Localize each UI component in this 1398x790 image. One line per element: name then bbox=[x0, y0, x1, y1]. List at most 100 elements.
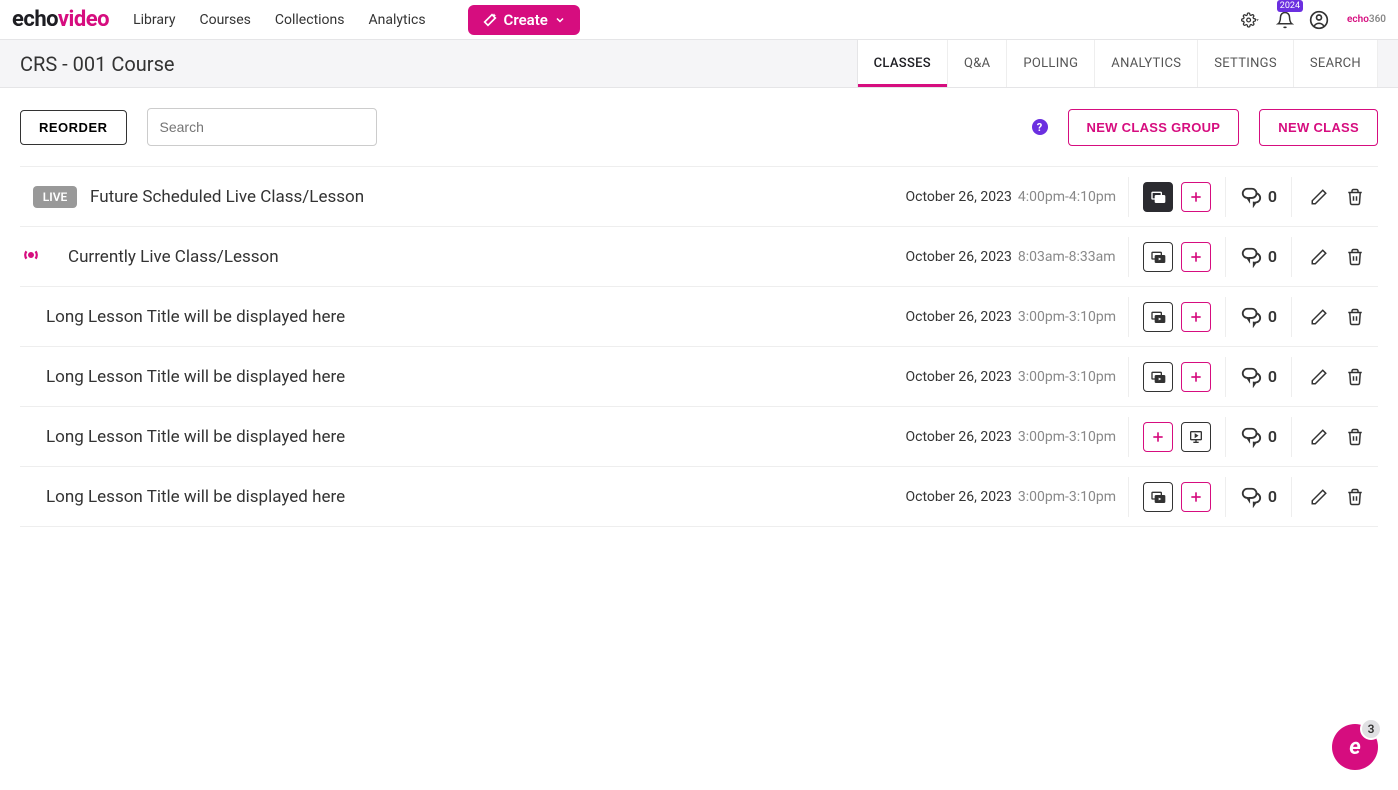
tab-qa[interactable]: Q&A bbox=[948, 40, 1007, 87]
caret-down-icon bbox=[1254, 16, 1261, 24]
class-date: October 26, 2023 bbox=[906, 249, 1018, 265]
present-button[interactable] bbox=[1181, 422, 1211, 452]
delete-button[interactable] bbox=[1346, 248, 1364, 266]
bell-icon bbox=[1276, 11, 1294, 29]
media-button[interactable] bbox=[1143, 362, 1173, 392]
comments-button[interactable]: 0 bbox=[1225, 297, 1291, 337]
action-group bbox=[1128, 417, 1225, 457]
add-content-button[interactable] bbox=[1143, 422, 1173, 452]
comment-count: 0 bbox=[1268, 247, 1277, 266]
course-header: CRS - 001 Course CLASSES Q&A POLLING ANA… bbox=[0, 40, 1398, 88]
class-row[interactable]: Long Lesson Title will be displayed here… bbox=[20, 347, 1378, 407]
edit-button[interactable] bbox=[1310, 308, 1328, 326]
class-title: Long Lesson Title will be displayed here bbox=[20, 307, 906, 327]
help-button[interactable]: ? bbox=[1032, 119, 1048, 135]
search-input[interactable] bbox=[147, 108, 377, 146]
account-button[interactable] bbox=[1309, 10, 1329, 30]
tab-analytics[interactable]: ANALYTICS bbox=[1095, 40, 1198, 87]
broadcast-icon bbox=[20, 244, 42, 270]
class-row[interactable]: Long Lesson Title will be displayed here… bbox=[20, 407, 1378, 467]
edit-group bbox=[1291, 297, 1378, 337]
course-title: CRS - 001 Course bbox=[20, 52, 175, 76]
edit-group bbox=[1291, 237, 1378, 277]
comment-count: 0 bbox=[1268, 487, 1277, 506]
add-content-button[interactable] bbox=[1181, 182, 1211, 212]
edit-button[interactable] bbox=[1310, 428, 1328, 446]
notifications-button[interactable]: 2024 bbox=[1275, 10, 1295, 30]
live-badge: LIVE bbox=[33, 186, 78, 208]
delete-button[interactable] bbox=[1346, 188, 1364, 206]
help-widget[interactable]: e 3 bbox=[1332, 724, 1378, 770]
media-button[interactable] bbox=[1143, 242, 1173, 272]
class-row[interactable]: Currently Live Class/LessonOctober 26, 2… bbox=[20, 227, 1378, 287]
class-date: October 26, 2023 bbox=[906, 309, 1018, 325]
new-class-group-button[interactable]: NEW CLASS GROUP bbox=[1068, 109, 1240, 146]
class-title: Future Scheduled Live Class/Lesson bbox=[90, 187, 906, 207]
comments-button[interactable]: 0 bbox=[1225, 237, 1291, 277]
comment-count: 0 bbox=[1268, 307, 1277, 326]
help-widget-count: 3 bbox=[1360, 718, 1382, 740]
edit-group bbox=[1291, 177, 1378, 217]
class-time: 4:00pm-4:10pm bbox=[1018, 189, 1128, 205]
add-content-button[interactable] bbox=[1181, 482, 1211, 512]
add-content-button[interactable] bbox=[1181, 362, 1211, 392]
nav-collections[interactable]: Collections bbox=[275, 12, 345, 28]
class-time: 3:00pm-3:10pm bbox=[1018, 489, 1128, 505]
edit-button[interactable] bbox=[1310, 188, 1328, 206]
delete-button[interactable] bbox=[1346, 368, 1364, 386]
comments-button[interactable]: 0 bbox=[1225, 477, 1291, 517]
class-row[interactable]: Long Lesson Title will be displayed here… bbox=[20, 287, 1378, 347]
reorder-button[interactable]: REORDER bbox=[20, 110, 127, 145]
class-date: October 26, 2023 bbox=[906, 489, 1018, 505]
class-time: 3:00pm-3:10pm bbox=[1018, 309, 1128, 325]
top-navbar: echovideo Library Courses Collections An… bbox=[0, 0, 1398, 40]
nav-courses[interactable]: Courses bbox=[199, 12, 250, 28]
delete-button[interactable] bbox=[1346, 428, 1364, 446]
comments-button[interactable]: 0 bbox=[1225, 357, 1291, 397]
action-group bbox=[1128, 357, 1225, 397]
edit-button[interactable] bbox=[1310, 248, 1328, 266]
class-time: 3:00pm-3:10pm bbox=[1018, 429, 1128, 445]
add-content-button[interactable] bbox=[1181, 242, 1211, 272]
nav-links: Library Courses Collections Analytics Cr… bbox=[133, 5, 580, 35]
create-button[interactable]: Create bbox=[468, 5, 580, 35]
edit-group bbox=[1291, 477, 1378, 517]
class-title: Long Lesson Title will be displayed here bbox=[20, 427, 906, 447]
wand-icon bbox=[482, 12, 498, 28]
new-class-button[interactable]: NEW CLASS bbox=[1259, 109, 1378, 146]
media-button[interactable] bbox=[1143, 302, 1173, 332]
tab-search[interactable]: SEARCH bbox=[1294, 40, 1378, 87]
brand-part2: video bbox=[58, 7, 109, 32]
nav-analytics[interactable]: Analytics bbox=[369, 12, 426, 28]
comment-count: 0 bbox=[1268, 427, 1277, 446]
settings-menu[interactable] bbox=[1241, 10, 1261, 30]
action-group bbox=[1128, 237, 1225, 277]
tab-polling[interactable]: POLLING bbox=[1007, 40, 1095, 87]
edit-button[interactable] bbox=[1310, 368, 1328, 386]
classes-toolbar: REORDER ? NEW CLASS GROUP NEW CLASS bbox=[0, 88, 1398, 166]
tab-classes[interactable]: CLASSES bbox=[858, 40, 948, 87]
class-date: October 26, 2023 bbox=[906, 369, 1018, 385]
brand-logo[interactable]: echovideo bbox=[12, 7, 109, 32]
class-time: 3:00pm-3:10pm bbox=[1018, 369, 1128, 385]
action-group bbox=[1128, 477, 1225, 517]
nav-library[interactable]: Library bbox=[133, 12, 175, 28]
notification-badge: 2024 bbox=[1277, 0, 1303, 12]
edit-button[interactable] bbox=[1310, 488, 1328, 506]
brand-part1: echo bbox=[12, 7, 58, 32]
comments-button[interactable]: 0 bbox=[1225, 417, 1291, 457]
echo360-logo: echo360 bbox=[1347, 14, 1386, 25]
class-row[interactable]: Long Lesson Title will be displayed here… bbox=[20, 467, 1378, 527]
add-content-button[interactable] bbox=[1181, 302, 1211, 332]
tab-settings[interactable]: SETTINGS bbox=[1198, 40, 1294, 87]
media-button[interactable] bbox=[1143, 182, 1173, 212]
create-label: Create bbox=[504, 11, 548, 29]
chevron-down-icon bbox=[554, 14, 566, 26]
action-group bbox=[1128, 177, 1225, 217]
comments-button[interactable]: 0 bbox=[1225, 177, 1291, 217]
delete-button[interactable] bbox=[1346, 488, 1364, 506]
class-date: October 26, 2023 bbox=[906, 189, 1018, 205]
class-row[interactable]: LIVE Future Scheduled Live Class/LessonOc… bbox=[20, 167, 1378, 227]
delete-button[interactable] bbox=[1346, 308, 1364, 326]
media-button[interactable] bbox=[1143, 482, 1173, 512]
